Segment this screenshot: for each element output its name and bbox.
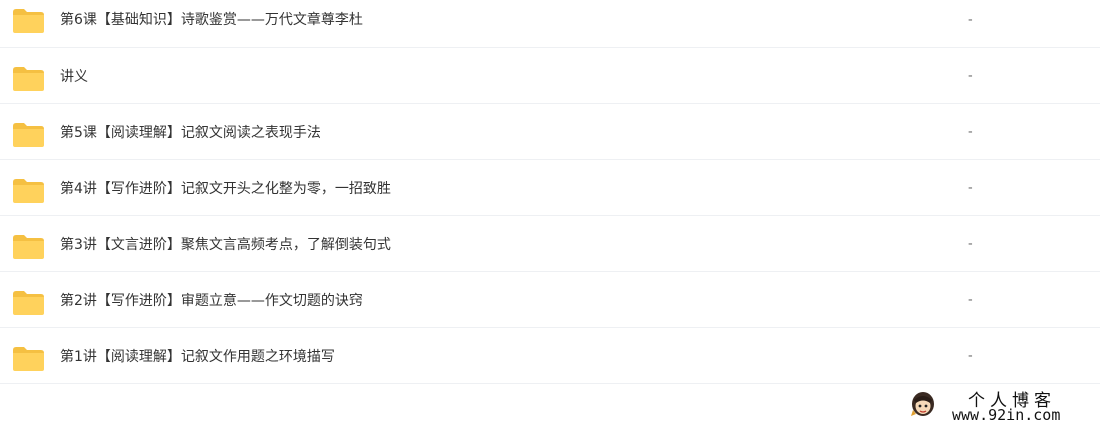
folder-size: - [968,68,973,83]
file-list: 第6课【基础知识】诗歌鉴赏——万代文章尊李杜 - 讲义 - 第5课【阅读理解】记… [0,0,1100,384]
folder-icon [13,346,44,371]
folder-size: - [968,236,973,251]
folder-icon [13,8,44,33]
folder-row[interactable]: 第5课【阅读理解】记叙文阅读之表现手法 - [0,104,1100,160]
folder-row[interactable]: 第4讲【写作进阶】记叙文开头之化整为零，一招致胜 - [0,160,1100,216]
folder-name: 讲义 [60,68,88,85]
folder-icon [13,178,44,203]
folder-name: 第5课【阅读理解】记叙文阅读之表现手法 [60,124,321,141]
folder-size: - [968,180,973,195]
blog-watermark: 个人博客 www.92in.com [908,386,1093,424]
folder-name: 第2讲【写作进阶】审题立意——作文切题的诀窍 [60,292,363,309]
folder-size: - [968,124,973,139]
folder-name: 第3讲【文言进阶】聚焦文言高频考点，了解倒装句式 [60,236,391,253]
folder-name: 第1讲【阅读理解】记叙文作用题之环境描写 [60,348,335,365]
folder-row[interactable]: 第2讲【写作进阶】审题立意——作文切题的诀窍 - [0,272,1100,328]
folder-row[interactable]: 第1讲【阅读理解】记叙文作用题之环境描写 - [0,328,1100,384]
folder-icon [13,234,44,259]
watermark-url: www.92in.com [952,406,1061,424]
folder-name: 第4讲【写作进阶】记叙文开头之化整为零，一招致胜 [60,180,391,197]
folder-name: 第6课【基础知识】诗歌鉴赏——万代文章尊李杜 [60,11,363,28]
folder-row[interactable]: 讲义 - [0,48,1100,104]
folder-icon [13,290,44,315]
folder-size: - [968,292,973,307]
folder-size: - [968,348,973,363]
avatar-icon [911,392,934,416]
folder-row[interactable]: 第6课【基础知识】诗歌鉴赏——万代文章尊李杜 - [0,0,1100,48]
folder-icon [13,66,44,91]
folder-size: - [968,12,973,28]
folder-icon [13,122,44,147]
folder-row[interactable]: 第3讲【文言进阶】聚焦文言高频考点，了解倒装句式 - [0,216,1100,272]
